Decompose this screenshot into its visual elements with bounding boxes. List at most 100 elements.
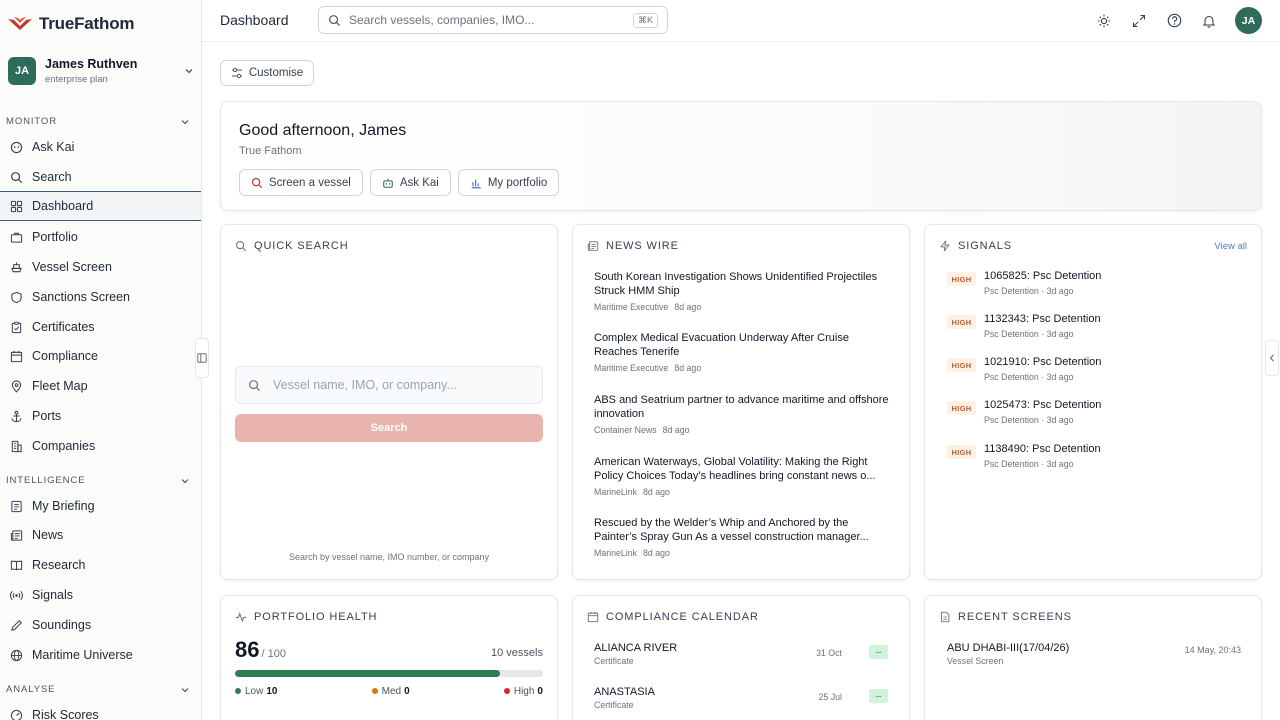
vessel-search-placeholder: Vessel name, IMO, or company... [273,378,457,392]
sidebar-collapse-toggle[interactable] [195,338,209,378]
top-bar: Dashboard Search vessels, companies, IMO… [202,0,1280,42]
theme-toggle-icon[interactable] [1095,12,1113,30]
expand-icon[interactable] [1130,12,1148,30]
lightning-icon [940,240,950,252]
sidebar-item-label: Risk Scores [32,708,99,720]
news-source: Maritime Executive [594,363,669,373]
recent-screens-card: RECENT SCREENS ABU DHABI-III(17/04/26) V… [924,595,1262,720]
sidebar-item-signals[interactable]: Signals [0,580,201,610]
anchor-icon [9,409,23,423]
sidebar-item-ports[interactable]: Ports [0,401,201,431]
card-title: QUICK SEARCH [254,240,349,252]
news-item[interactable]: ABS and Seatrium partner to advance mari… [594,393,890,435]
calendar-icon [587,611,599,623]
news-item[interactable]: Rescued by the Welder’s Whip and Anchore… [594,516,890,558]
screen-vessel-button[interactable]: Screen a vessel [239,169,363,196]
sidebar-item-portfolio[interactable]: Portfolio [0,222,201,252]
sidebar-item-soundings[interactable]: Soundings [0,610,201,640]
news-title: Complex Medical Evacuation Underway Afte… [594,332,849,358]
health-score: 86/ 100 [235,637,286,663]
greeting-card: Good afternoon, James True Fathom Screen… [220,101,1262,211]
news-title: South Korean Investigation Shows Unident… [594,271,878,297]
right-panel-toggle[interactable] [1265,340,1279,376]
sidebar-item-my-briefing[interactable]: My Briefing [0,491,201,521]
button-label: Ask Kai [399,176,439,189]
health-progress-fill [235,670,500,677]
sidebar-item-certificates[interactable]: Certificates [0,312,201,342]
sidebar-item-label: Fleet Map [32,379,88,393]
panel-left-icon [197,353,207,363]
sidebar-item-search[interactable]: Search [0,162,201,192]
greeting-subtitle: True Fathom [239,145,302,157]
customise-button[interactable]: Customise [220,60,314,86]
shortcut-hint: ⌘K [632,12,658,28]
section-label: ANALYSE [6,684,56,695]
brand-logo[interactable]: TrueFathom [8,14,134,34]
section-monitor[interactable]: MONITOR [6,116,190,127]
sidebar-item-news[interactable]: News [0,520,201,550]
sidebar-item-maritime-universe[interactable]: Maritime Universe [0,640,201,670]
grid-icon [9,199,23,213]
news-title: American Waterways, Global Volatility: M… [594,456,876,482]
sidebar-item-label: Ports [32,409,62,423]
fathom-logo-icon [8,17,32,31]
sidebar-item-research[interactable]: Research [0,550,201,580]
sidebar-item-label: News [32,528,64,542]
bell-icon[interactable] [1200,12,1218,30]
signal-title: 1025473: Psc Detention [984,399,1102,411]
sidebar-item-label: Certificates [32,320,95,334]
page-title: Dashboard [220,12,289,28]
section-intelligence[interactable]: INTELLIGENCE [6,475,190,486]
ask-kai-button[interactable]: Ask Kai [369,169,451,196]
compliance-calendar-card: COMPLIANCE CALENDAR ALIANCA RIVER Certif… [572,595,910,720]
search-icon [235,240,247,252]
sidebar-item-dashboard[interactable]: Dashboard [0,191,201,221]
risk-legend: Low 10 Med 0 High 0 [235,686,543,697]
sidebar-item-vessel-screen[interactable]: Vessel Screen [0,252,201,282]
score-max: / 100 [261,648,286,660]
compliance-item[interactable]: ALIANCA RIVER Certificate 31 Oct -- [594,642,888,666]
news-item[interactable]: Complex Medical Evacuation Underway Afte… [594,331,890,373]
user-switcher[interactable]: JA James Ruthven enterprise plan [8,57,194,85]
view-all-link[interactable]: View all [1214,241,1247,252]
sidebar-item-compliance[interactable]: Compliance [0,341,201,371]
bar-chart-icon [471,179,481,188]
building-icon [9,439,23,453]
calendar-icon [9,349,23,363]
sidebar-item-risk-scores[interactable]: Risk Scores [0,700,201,720]
med-dot-icon [371,688,378,694]
vessel-search-input[interactable]: Vessel name, IMO, or company... [235,366,543,404]
quick-search-button[interactable]: Search [235,414,543,442]
chevron-down-icon[interactable] [184,66,194,76]
sidebar-item-label: Signals [32,588,73,602]
severity-badge: HIGH [947,315,976,329]
sidebar-item-sanctions-screen[interactable]: Sanctions Screen [0,282,201,312]
compliance-item[interactable]: ANASTASIA Certificate 25 Jul -- [594,686,888,710]
signal-title: 1132343: Psc Detention [984,313,1101,325]
signal-meta: Psc Detention · 3d ago [984,459,1074,469]
document-icon [941,611,950,623]
map-pin-icon [9,379,23,393]
section-analyse[interactable]: ANALYSE [6,684,190,695]
global-search-input[interactable]: Search vessels, companies, IMO... ⌘K [318,6,668,34]
legend-count: 0 [537,686,543,697]
button-label: Screen a vessel [269,176,351,189]
signals-card: SIGNALS View all HIGH 1065825: Psc Deten… [924,224,1262,580]
news-source: MarineLink [594,487,638,497]
sidebar-item-companies[interactable]: Companies [0,431,201,461]
chevron-down-icon [181,478,189,483]
sidebar-item-fleet-map[interactable]: Fleet Map [0,371,201,401]
help-icon[interactable] [1165,12,1183,30]
sidebar-item-label: Dashboard [32,199,94,213]
recent-screen-item[interactable]: ABU DHABI-III(17/04/26) Vessel Screen 14… [947,642,1241,666]
sidebar-item-ask-kai[interactable]: Ask Kai [0,132,201,162]
news-item[interactable]: American Waterways, Global Volatility: M… [594,455,890,497]
user-avatar-button[interactable]: JA [1235,7,1262,34]
status-badge: -- [869,645,888,659]
news-source: MarineLink [594,548,638,558]
signal-title: 1021910: Psc Detention [984,356,1102,368]
due-date: 31 Oct [816,648,842,658]
my-portfolio-button[interactable]: My portfolio [457,169,560,196]
status-badge: -- [869,689,888,703]
news-item[interactable]: South Korean Investigation Shows Unident… [594,270,890,312]
